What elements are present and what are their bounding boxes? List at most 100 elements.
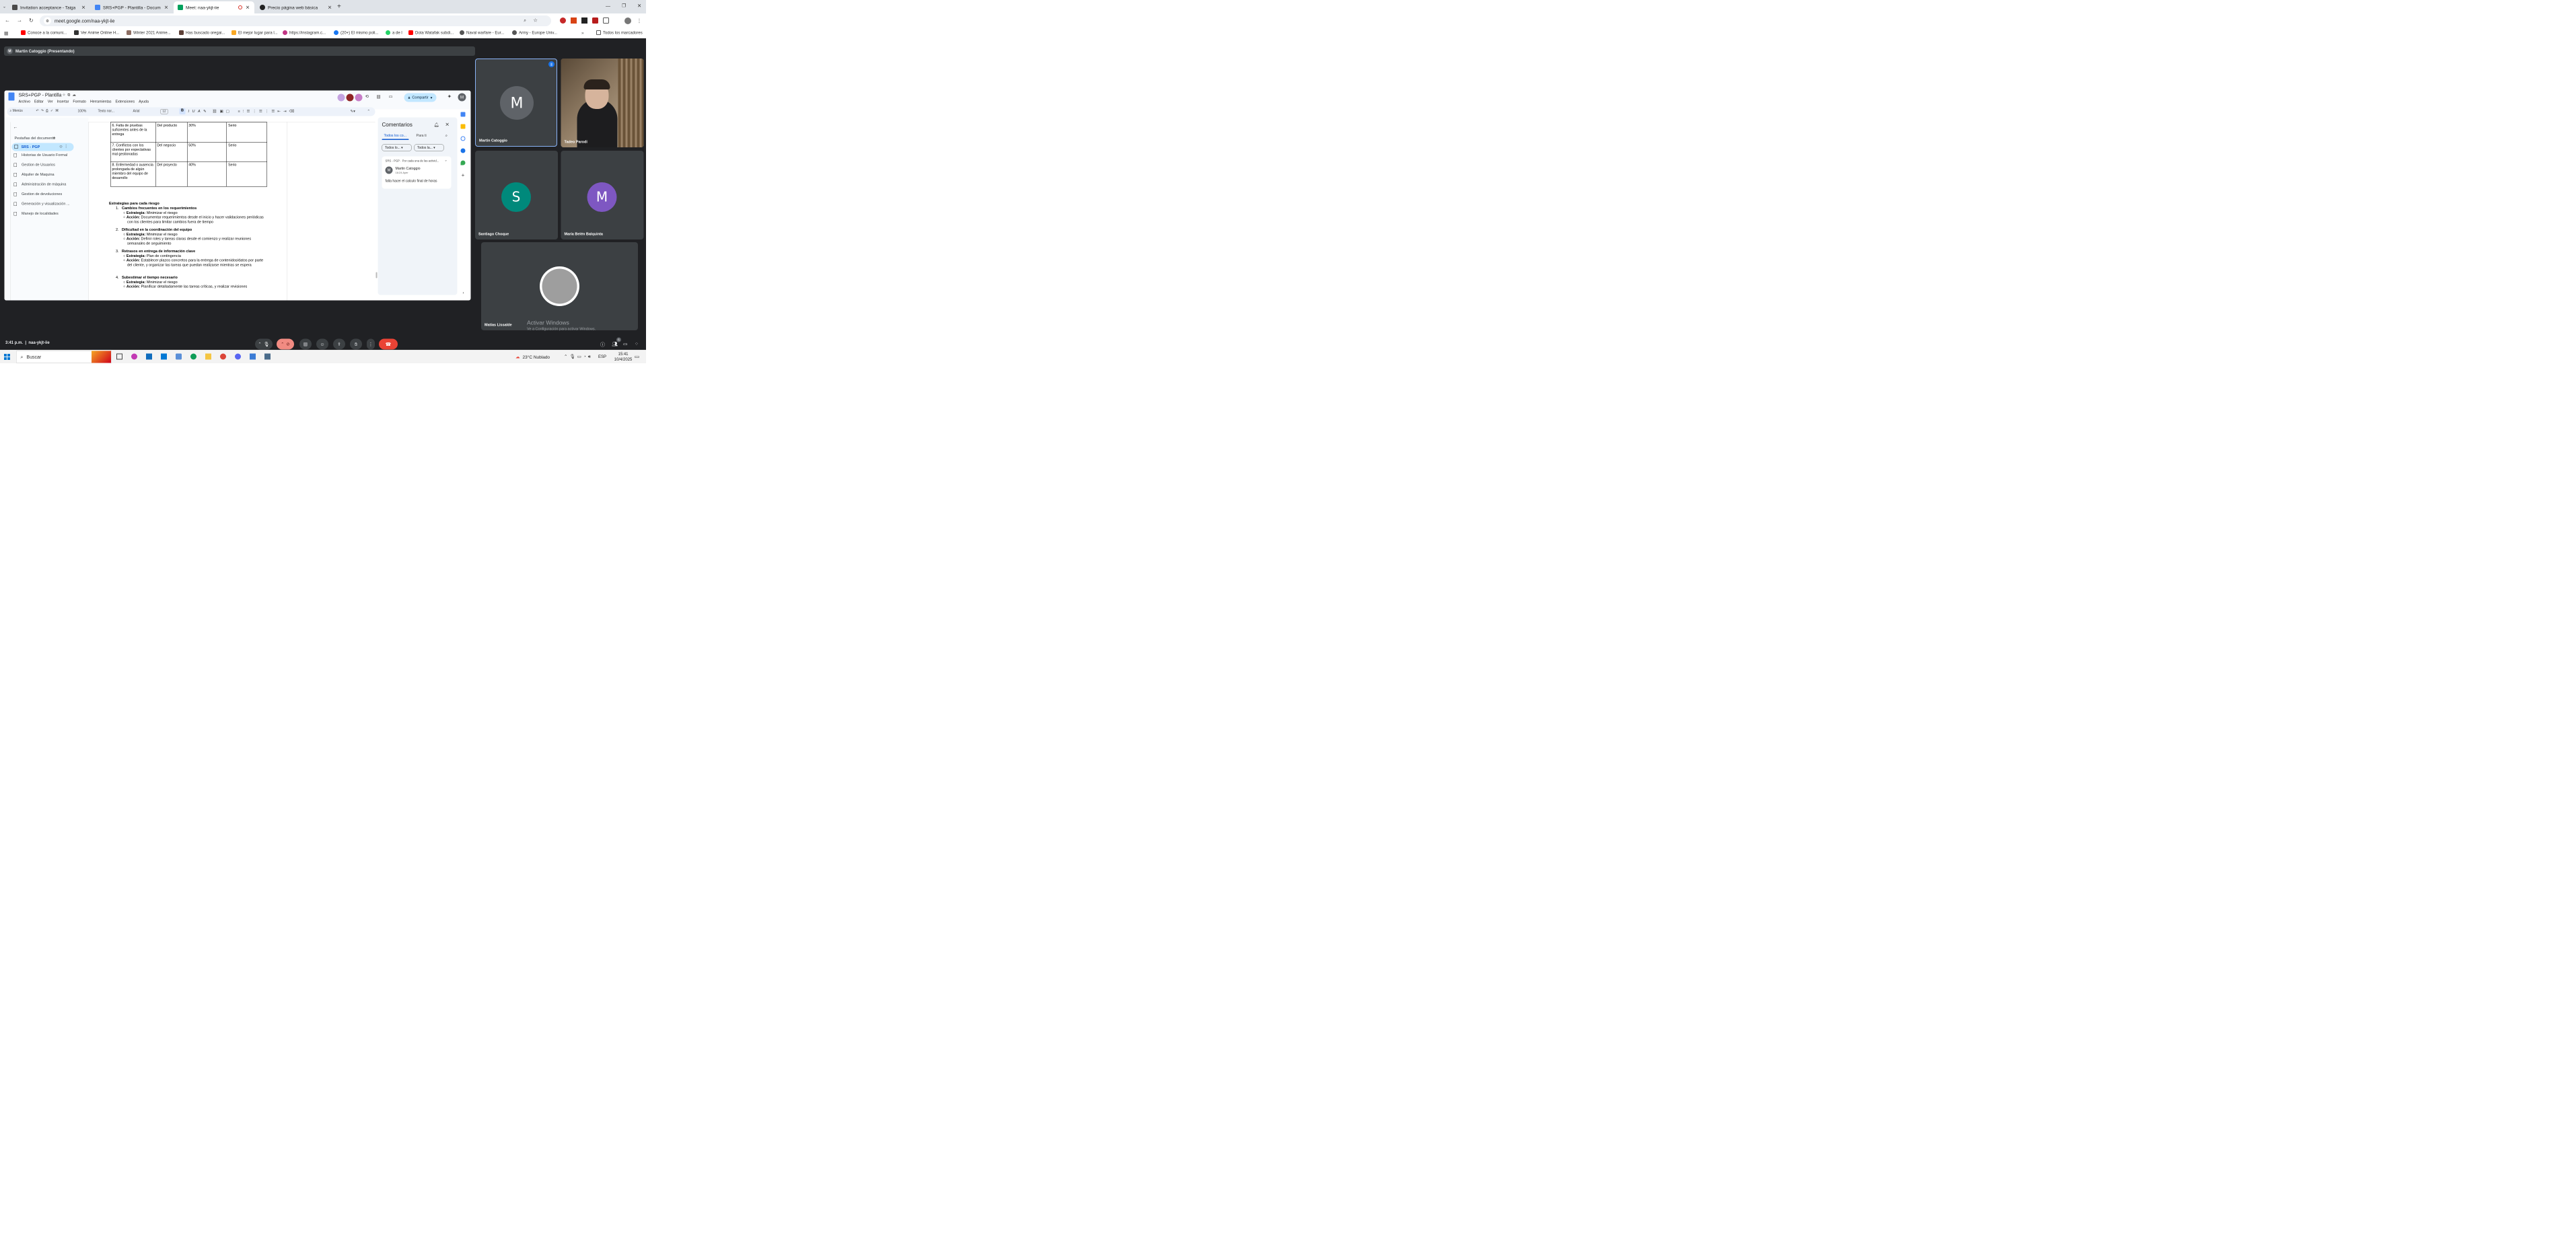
outline-item[interactable]: Historias de Usuario Formal [13, 153, 67, 157]
bookmark[interactable]: Winter 2021 Anime... [127, 30, 171, 35]
participant-tile[interactable]: Matías Lissalde [481, 242, 638, 330]
tab-docs[interactable]: SRS+PGP - Plantilla - Docume ✕ [91, 1, 173, 13]
participant-tile[interactable]: S Santiago Choque [475, 151, 558, 239]
menu-extensiones[interactable]: Extensiones [115, 100, 135, 104]
bookmark[interactable]: Army - Europe Univ... [512, 30, 557, 35]
collaborator-avatar[interactable] [346, 94, 354, 102]
activities-icon[interactable]: ⁘ [635, 341, 639, 347]
more-options-button[interactable]: ⋮ [367, 338, 375, 350]
bookmark[interactable]: El mejor lugar para l... [231, 30, 278, 35]
chrome-icon[interactable] [220, 353, 226, 360]
collaborator-avatar[interactable] [355, 94, 363, 102]
font-size-input[interactable]: 12 [160, 109, 168, 114]
search-comments-icon[interactable]: ⌕ [445, 133, 448, 139]
collaborator-avatar[interactable] [337, 94, 345, 102]
extension-icon[interactable] [581, 17, 587, 24]
apps-grid-icon[interactable]: ▦ [4, 30, 9, 36]
undo-redo-print-icons[interactable]: ↶↷⎙✓⌘ [36, 109, 61, 113]
text-format-buttons[interactable]: IUA✎ [188, 109, 210, 114]
task-view-icon[interactable] [116, 353, 122, 360]
comments-tab-all[interactable]: Todos los co... [384, 134, 407, 138]
doc-title-actions[interactable]: ☆⧉☁ [63, 93, 78, 98]
outline-item[interactable]: Alquiler de Maquina [13, 173, 55, 177]
bookmark[interactable]: Has buscado oregai... [179, 30, 225, 35]
comments-tab-you[interactable]: Para ti [417, 134, 427, 138]
mic-control[interactable]: ⌃ 🎙︎ [255, 338, 273, 350]
add-tab-icon[interactable]: + [53, 135, 56, 141]
profile-avatar[interactable] [624, 17, 631, 24]
tab-precio[interactable]: Precio página web básica ✕ [256, 1, 336, 13]
outlook-icon[interactable] [161, 353, 167, 360]
site-info-icon[interactable]: ⚙ [44, 17, 51, 25]
thread-expand-icon[interactable]: ⌄ [445, 159, 448, 163]
tab-search-icon[interactable]: ⌄ [3, 4, 6, 9]
share-button[interactable]: 🔒︎ Compartir ▾ [404, 93, 437, 102]
address-bar[interactable]: ⚙ meet.google.com/naa-ykjt-iie ⌕ ☆ [40, 15, 551, 26]
menu-ver[interactable]: Ver [48, 100, 53, 104]
close-tab-icon[interactable]: ✕ [164, 5, 169, 11]
calculator-icon[interactable] [264, 353, 271, 360]
windows-start-icon[interactable] [4, 354, 10, 360]
editing-mode-icon[interactable]: ✎▾ [351, 109, 355, 114]
calendar-app-icon[interactable] [146, 353, 152, 360]
meet-icon[interactable]: ▭ [389, 94, 393, 100]
font-select[interactable]: Arial [133, 110, 140, 114]
outline-item[interactable]: Gestion de Usuarios [13, 163, 55, 167]
back-arrow-icon[interactable]: ← [13, 124, 18, 130]
copilot-icon[interactable] [131, 353, 137, 360]
bookmark[interactable]: Ver Anime Online H... [74, 30, 119, 35]
collapse-side-panel-icon[interactable]: › [463, 291, 464, 295]
close-tab-icon[interactable]: ✕ [81, 5, 86, 11]
risk-row[interactable]: 7. Conflictos con los clientes por expec… [110, 142, 267, 162]
app-icon[interactable] [250, 353, 256, 360]
maps-icon[interactable] [460, 160, 466, 165]
participant-tile[interactable]: M ||| Martin Catoggio [475, 59, 557, 147]
zoom-select[interactable]: 100% [78, 110, 87, 114]
search-menus[interactable]: ⌕ Menús [10, 109, 23, 113]
clock-time[interactable]: 15:41 [614, 352, 633, 357]
account-avatar[interactable]: M [458, 93, 466, 102]
comment-thread[interactable]: SRS - PGP · Por cada una de las activid.… [382, 156, 452, 189]
extension-icon[interactable] [571, 17, 577, 24]
emoji-button[interactable]: ☺ [316, 338, 328, 350]
notifications-bell-icon[interactable]: 🔔︎ [434, 122, 439, 128]
forward-icon[interactable]: → [17, 17, 22, 24]
outline-item[interactable]: Gestion de devoluciones [13, 192, 62, 196]
keep-icon[interactable] [460, 124, 466, 129]
new-tab-icon[interactable]: + [337, 3, 341, 11]
gemini-icon[interactable]: ✦ [448, 94, 452, 100]
add-addon-icon[interactable]: + [462, 173, 465, 179]
zoom-search-icon[interactable]: ⌕ [524, 17, 526, 24]
history-icon[interactable]: ⟲ [365, 94, 369, 100]
menu-herramientas[interactable]: Herramientas [90, 100, 112, 104]
participant-tile-video[interactable]: Tadeo Parodi [561, 59, 644, 147]
captions-button[interactable]: ▤ [299, 338, 312, 350]
calendar-icon[interactable] [460, 112, 466, 117]
bookmark-star-icon[interactable]: ☆ [533, 17, 538, 24]
bookmark[interactable]: Conoce a la comuni... [21, 30, 67, 35]
reload-icon[interactable]: ↻ [29, 17, 34, 24]
info-icon[interactable]: ⓘ [600, 341, 605, 348]
outline-item[interactable]: Administración de máquina [13, 182, 66, 186]
extensions-puzzle-icon[interactable] [603, 17, 609, 24]
restore-icon[interactable]: ❐ [622, 3, 626, 9]
present-button[interactable]: ⇪ [333, 338, 345, 350]
leave-call-button[interactable]: ☎︎ [379, 338, 398, 350]
back-icon[interactable]: ← [5, 17, 10, 24]
doc-title[interactable]: SRS+PGP - Plantilla [19, 92, 62, 98]
filter-dropdown-1[interactable]: Todos lo... ▾ [382, 144, 412, 151]
insert-buttons[interactable]: ⛓▣▢ [213, 109, 232, 114]
url-text[interactable]: meet.google.com/naa-ykjt-iie [55, 18, 114, 24]
tab-taiga[interactable]: Invitation acceptance - Taiga ✕ [8, 1, 90, 13]
scroll-handle[interactable] [375, 272, 378, 279]
bookmark[interactable]: Dota Watafak subdi... [408, 30, 454, 35]
close-window-icon[interactable]: ✕ [637, 3, 641, 9]
collapse-toolbar-icon[interactable]: ⌃ [367, 109, 371, 114]
menu-editar[interactable]: Editar [34, 100, 44, 104]
close-tab-icon[interactable]: ✕ [245, 5, 250, 11]
close-comments-icon[interactable]: ✕ [445, 122, 450, 128]
file-explorer-icon[interactable] [205, 353, 211, 360]
filter-dropdown-2[interactable]: Todos la... ▾ [414, 144, 444, 151]
comments-icon[interactable]: ▤ [377, 94, 381, 100]
language-indicator[interactable]: ESP [598, 355, 606, 359]
